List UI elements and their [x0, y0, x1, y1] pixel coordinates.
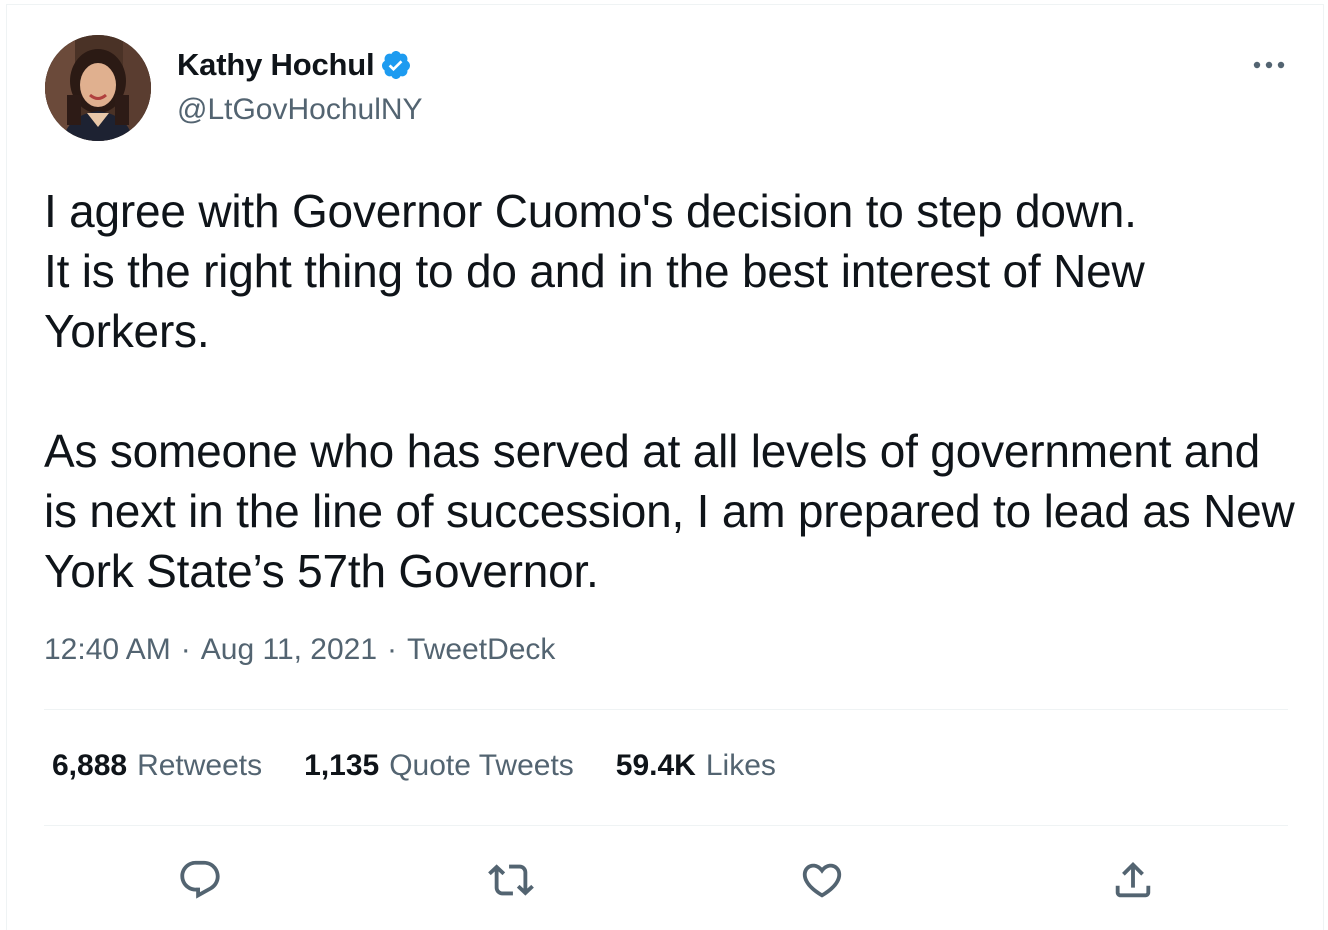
- author-name-row[interactable]: Kathy Hochul: [177, 47, 412, 83]
- avatar[interactable]: [45, 35, 151, 141]
- quote-tweets-label: Quote Tweets: [389, 749, 574, 782]
- more-options-icon[interactable]: [1247, 45, 1291, 85]
- tweet-metadata: 12:40 AM · Aug 11, 2021 · TweetDeck: [44, 633, 555, 667]
- retweets-count: 6,888: [52, 749, 128, 782]
- verified-badge-icon: [380, 49, 412, 81]
- reply-icon: [180, 860, 220, 899]
- retweets-label: Retweets: [137, 749, 263, 782]
- separator: ·: [387, 633, 398, 666]
- separator: ·: [180, 633, 191, 666]
- likes-label: Likes: [705, 749, 776, 782]
- retweet-icon: [488, 864, 534, 896]
- likes-count: 59.4K: [615, 749, 696, 782]
- tweet-date[interactable]: Aug 11, 2021: [201, 633, 377, 667]
- reply-button[interactable]: [170, 850, 230, 910]
- retweets-stat[interactable]: 6,888 Retweets: [52, 749, 262, 783]
- share-icon: [1115, 861, 1151, 898]
- tweet-time[interactable]: 12:40 AM: [44, 633, 171, 667]
- tweet-paragraph: I agree with Governor Cuomo's decision t…: [44, 185, 1145, 357]
- quote-tweets-stat[interactable]: 1,135 Quote Tweets: [304, 749, 574, 783]
- like-button[interactable]: [792, 850, 852, 910]
- quote-tweets-count: 1,135: [304, 749, 380, 782]
- share-button[interactable]: [1103, 850, 1163, 910]
- tweet-paragraph: As someone who has served at all levels …: [44, 425, 1295, 597]
- divider: [44, 709, 1288, 710]
- author-handle[interactable]: @LtGovHochulNY: [177, 93, 423, 127]
- display-name[interactable]: Kathy Hochul: [177, 47, 375, 83]
- action-bar: [0, 850, 1328, 910]
- likes-stat[interactable]: 59.4K Likes: [616, 749, 776, 783]
- tweet-source[interactable]: TweetDeck: [407, 633, 555, 667]
- divider: [44, 825, 1288, 826]
- engagement-stats: 6,888 Retweets 1,135 Quote Tweets 59.4K …: [52, 749, 818, 783]
- like-icon: [802, 863, 842, 898]
- tweet-text: I agree with Governor Cuomo's decision t…: [44, 181, 1304, 601]
- retweet-button[interactable]: [481, 850, 541, 910]
- tweet-card: Kathy Hochul @LtGovHochulNY I agree with…: [6, 4, 1324, 930]
- profile-photo: [45, 35, 151, 141]
